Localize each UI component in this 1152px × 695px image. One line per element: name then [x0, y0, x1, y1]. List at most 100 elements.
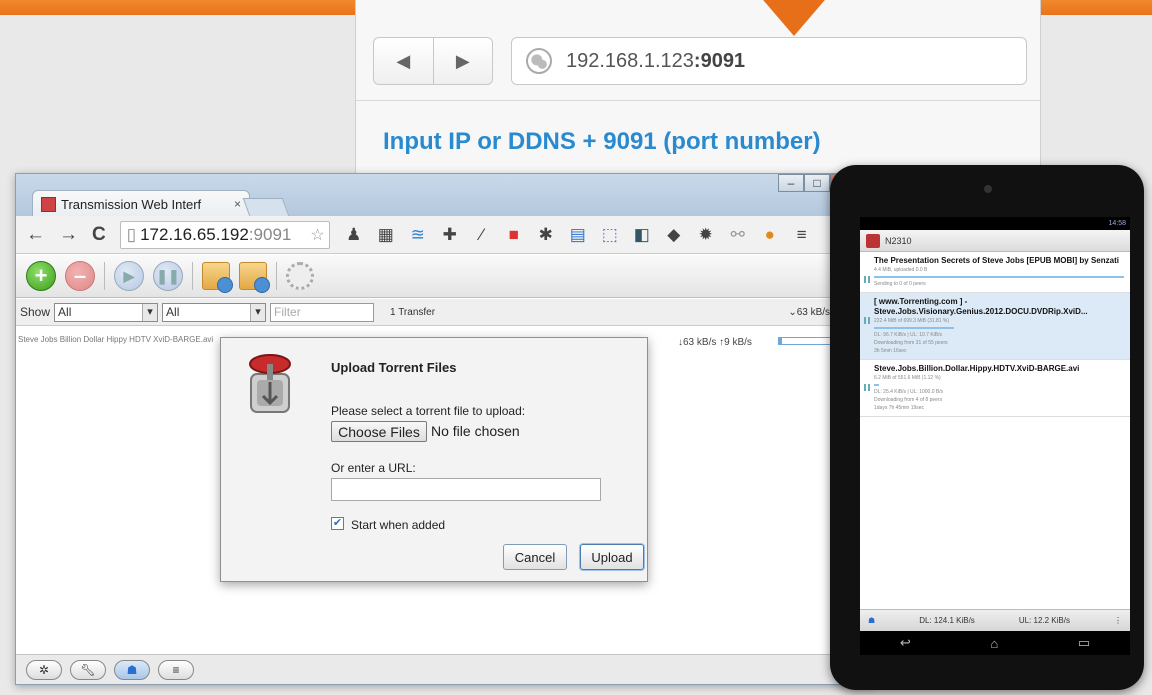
- transmission-logo-icon: [249, 354, 291, 413]
- dialog-prompt: Please select a torrent file to upload:: [331, 404, 526, 418]
- transmission-toolbar: + – ▶ ❚❚ i: [16, 255, 874, 298]
- reload-icon[interactable]: C: [92, 224, 106, 246]
- back-button[interactable]: ◀: [374, 38, 433, 84]
- phone-torrent-progress: [874, 276, 1124, 278]
- start-torrent-button[interactable]: ▶: [114, 261, 144, 291]
- tablet-device: 14:58 N2310 The Presentation Secrets of …: [830, 165, 1144, 690]
- phone-torrent-name: The Presentation Secrets of Steve Jobs […: [874, 256, 1119, 265]
- add-torrent-button[interactable]: +: [26, 261, 56, 291]
- callout-url-text: 192.168.1.123:9091: [566, 49, 746, 72]
- transmission-favicon-icon: [41, 196, 56, 212]
- pause-icon[interactable]: [864, 276, 870, 283]
- android-nav-bar: ↩ ⌂ ▭: [860, 631, 1130, 655]
- turtle-icon[interactable]: ☗: [868, 616, 875, 625]
- phone-app-bar: N2310: [860, 230, 1130, 252]
- pause-icon[interactable]: [864, 384, 870, 391]
- extension-icons: ♟ ▦ ≊ ✚ ⁄ ■ ✱ ▤ ⬚ ◧ ◆ ✹ ⚯ ● ≡: [344, 225, 812, 245]
- phone-torrent-item[interactable]: Steve.Jobs.Billion.Dollar.Hippy.HDTV.Xvi…: [860, 360, 1130, 417]
- extension-icon[interactable]: ♟: [344, 225, 364, 245]
- browser-tab[interactable]: Transmission Web Interf ×: [32, 190, 250, 217]
- no-file-chosen-label: No file chosen: [431, 423, 520, 439]
- new-tab-button[interactable]: [242, 198, 290, 216]
- wrench-icon[interactable]: 🔧︎: [70, 659, 106, 680]
- address-bar[interactable]: ▯ 172.16.65.192:9091 ☆: [119, 220, 330, 249]
- back-icon[interactable]: ←: [26, 224, 45, 246]
- show-label: Show: [20, 305, 51, 319]
- phone-torrent-progress: [874, 384, 879, 386]
- extension-icon[interactable]: ●: [760, 225, 780, 245]
- overflow-menu-icon[interactable]: ⋮: [1114, 616, 1122, 625]
- torrent-url-input[interactable]: [331, 478, 601, 501]
- callout-url-bar[interactable]: 192.168.1.123:9091: [511, 37, 1027, 85]
- css-icon[interactable]: ▤: [568, 225, 588, 245]
- bookmark-star-icon[interactable]: ☆: [310, 225, 324, 245]
- extension-icon[interactable]: ◧: [632, 225, 652, 245]
- pause-icon[interactable]: [864, 317, 870, 324]
- tablet-screen: 14:58 N2310 The Presentation Secrets of …: [860, 217, 1130, 655]
- globe-icon: [526, 48, 552, 74]
- settings-icon[interactable]: ✹: [696, 225, 716, 245]
- recents-nav-icon[interactable]: ▭: [1078, 635, 1090, 651]
- phone-torrent-rates: DL: 25.4 KiB/s | UL: 1000.0 B/s: [874, 389, 944, 395]
- extension-icon[interactable]: ✱: [536, 225, 556, 245]
- tab-title: Transmission Web Interf: [61, 196, 202, 212]
- callout-divider: [356, 100, 1040, 101]
- callout-instruction: Input IP or DDNS + 9091 (port number): [383, 128, 821, 155]
- pause-all-button[interactable]: [239, 262, 270, 293]
- start-when-added-label: Start when added: [351, 518, 446, 532]
- maximize-button[interactable]: □: [804, 174, 830, 192]
- preferences-gear-icon[interactable]: [286, 262, 314, 290]
- toolbar-separator: [104, 262, 105, 290]
- address-callout: ◀ ▶ 192.168.1.123:9091 Input IP or DDNS …: [355, 0, 1041, 185]
- extension-icon[interactable]: ▦: [376, 225, 396, 245]
- minimize-button[interactable]: –: [778, 174, 804, 192]
- browser-window: Transmission Web Interf × – □ x ← → C ▯ …: [15, 173, 875, 685]
- extension-icon[interactable]: ◆: [664, 225, 684, 245]
- phone-torrent-eta: 1days 7h 45min 19sec: [874, 405, 925, 411]
- camera-icon: [984, 185, 992, 193]
- settings-menu-button[interactable]: ✲: [26, 659, 62, 680]
- link-icon[interactable]: ⚯: [728, 225, 748, 245]
- phone-torrent-item[interactable]: [ www.Torrenting.com ] - Steve.Jobs.Visi…: [860, 293, 1130, 360]
- extension-icon[interactable]: ✚: [440, 225, 460, 245]
- phone-torrent-item[interactable]: The Presentation Secrets of Steve Jobs […: [860, 252, 1130, 293]
- remove-torrent-button[interactable]: –: [65, 261, 95, 291]
- dialog-title: Upload Torrent Files: [331, 360, 457, 375]
- start-all-button[interactable]: [202, 262, 233, 293]
- phone-torrent-size: 6.2 MiB of 551.6 MiB (1.12 %): [874, 375, 941, 381]
- address-port: :9091: [248, 224, 292, 244]
- callout-pointer: [746, 0, 842, 36]
- tracker-filter-select[interactable]: All: [162, 302, 267, 322]
- phone-time: 14:58: [1108, 220, 1126, 227]
- start-when-added-checkbox[interactable]: ✔: [331, 517, 344, 530]
- extension-icon[interactable]: ≊: [408, 225, 428, 245]
- turtle-mode-button[interactable]: ☗: [114, 659, 150, 680]
- pause-torrent-button[interactable]: ❚❚: [153, 261, 183, 291]
- screenshot-icon[interactable]: ⬚: [600, 225, 620, 245]
- cancel-button[interactable]: Cancel: [503, 544, 567, 570]
- compact-view-button[interactable]: ≡: [158, 659, 194, 680]
- torrent-row-name: Steve Jobs Billion Dollar Hippy HDTV Xvi…: [18, 335, 214, 344]
- phone-torrent-peers: Downloading from 4 of 8 peers: [874, 397, 943, 403]
- phone-status-bar: 14:58: [860, 217, 1130, 230]
- phone-torrent-peers: Downloading from 31 of 55 peers: [874, 340, 948, 346]
- phone-torrent-rates: DL: 96.7 KiB/s | UL: 10.7 KiB/s: [874, 332, 942, 338]
- upload-button[interactable]: Upload: [580, 544, 644, 570]
- filter-input[interactable]: Filter: [270, 302, 375, 322]
- menu-icon[interactable]: ≡: [792, 225, 812, 245]
- phone-speed-bar: ☗ DL: 124.1 KiB/s UL: 12.2 KiB/s ⋮: [860, 609, 1130, 631]
- state-filter-select[interactable]: All: [54, 302, 159, 322]
- phone-torrent-size: 222.4 MiB of 699.3 MiB (31.81 %): [874, 318, 950, 324]
- upload-dialog: Upload Torrent Files Please select a tor…: [220, 337, 648, 582]
- eyedropper-icon[interactable]: ⁄: [472, 225, 492, 245]
- torrent-row-speed: ↓63 kB/s ↑9 kB/s: [678, 337, 752, 348]
- extension-icon[interactable]: ■: [504, 225, 524, 245]
- tab-close-icon[interactable]: ×: [234, 197, 241, 211]
- home-nav-icon[interactable]: ⌂: [990, 636, 998, 651]
- forward-button[interactable]: ▶: [432, 38, 493, 84]
- choose-files-button[interactable]: Choose Files: [331, 421, 427, 442]
- back-nav-icon[interactable]: ↩: [900, 635, 911, 651]
- back-arrow-icon: ◀: [396, 50, 411, 71]
- forward-icon[interactable]: →: [59, 224, 78, 246]
- phone-torrent-name: Steve.Jobs.Billion.Dollar.Hippy.HDTV.Xvi…: [874, 364, 1080, 373]
